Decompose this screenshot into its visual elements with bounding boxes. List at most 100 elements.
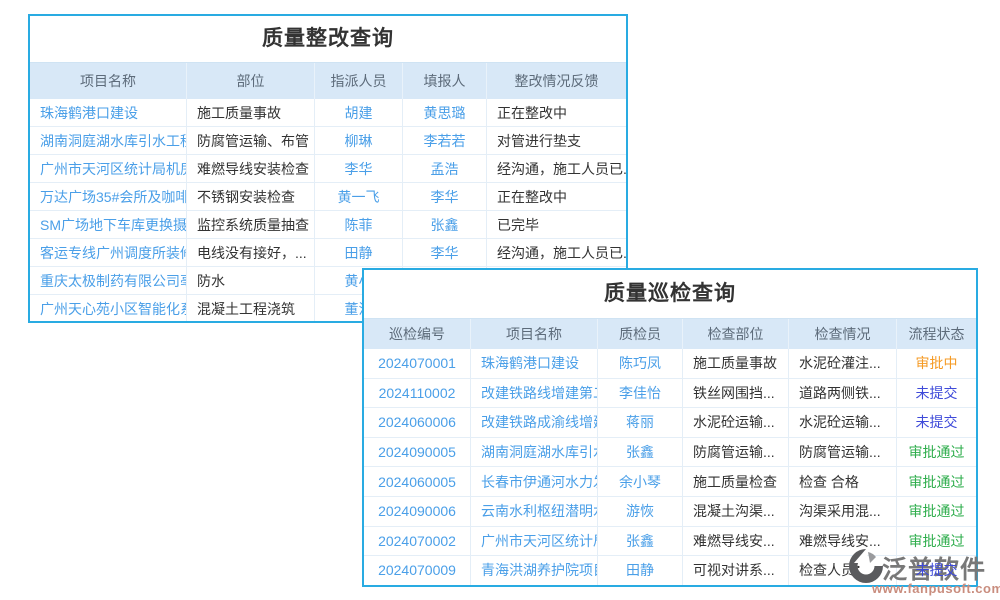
vendor-url: www.fanpusoft.com: [872, 581, 1000, 596]
assignee-cell[interactable]: 胡建: [315, 99, 403, 126]
process-status-cell: 审批通过: [897, 497, 976, 526]
project-name-cell[interactable]: 重庆太极制药有限公司亳州: [30, 267, 187, 294]
table-row: 广州市天河区统计局机房改难燃导线安装检查李华孟浩经沟通，施工人员已...: [30, 155, 626, 183]
process-status-badge: 未提交: [916, 383, 958, 403]
column-header: 项目名称: [471, 319, 598, 349]
check-situation-cell: 检查 合格: [789, 467, 897, 496]
check-situation-cell: 水泥砼灌注...: [789, 349, 897, 378]
check-situation-cell: 道路两侧铁...: [789, 379, 897, 408]
reporter-cell[interactable]: 孟浩: [403, 155, 487, 182]
check-part-cell: 铁丝网围挡...: [683, 379, 789, 408]
inspection-no-cell[interactable]: 2024090006: [364, 497, 471, 526]
assignee-cell[interactable]: 李华: [315, 155, 403, 182]
quality-inspection-query-window: 质量巡检查询 巡检编号项目名称质检员检查部位检查情况流程状态 202407000…: [362, 268, 978, 587]
process-status-badge: 审批通过: [909, 501, 965, 521]
project-name-cell[interactable]: 湖南洞庭湖水库引水工程施: [30, 127, 187, 154]
part-cell: 防水: [187, 267, 315, 294]
table-row: 2024090006云南水利枢纽潜明水游恢混凝土沟渠...沟渠采用混... 审批通…: [364, 497, 976, 527]
project-name-cell[interactable]: 珠海鹤港口建设: [30, 99, 187, 126]
feedback-cell: 经沟通，施工人员已...: [487, 239, 626, 266]
column-header: 填报人: [403, 63, 487, 99]
project-name-cell[interactable]: 客运专线广州调度所装修项: [30, 239, 187, 266]
table-header-row: 项目名称部位指派人员填报人整改情况反馈: [30, 63, 626, 99]
table-row: 湖南洞庭湖水库引水工程施防腐管运输、布管柳琳李若若对管进行垫支: [30, 127, 626, 155]
project-name-cell[interactable]: 改建铁路线增建第二: [471, 379, 598, 408]
feedback-cell: 经沟通，施工人员已...: [487, 155, 626, 182]
assignee-cell[interactable]: 陈菲: [315, 211, 403, 238]
column-header: 项目名称: [30, 63, 187, 99]
inspector-cell[interactable]: 李佳怡: [598, 379, 683, 408]
assignee-cell[interactable]: 柳琳: [315, 127, 403, 154]
table-row: SM广场地下车库更换摄像机监控系统质量抽查陈菲张鑫已完毕: [30, 211, 626, 239]
column-header: 部位: [187, 63, 315, 99]
project-name-cell[interactable]: 万达广场35#会所及咖啡厅装: [30, 183, 187, 210]
check-situation-cell: 水泥砼运输...: [789, 408, 897, 437]
table-row: 2024060006改建铁路成渝线增建蒋丽水泥砼运输...水泥砼运输...未提交: [364, 408, 976, 438]
inspector-cell[interactable]: 游恢: [598, 497, 683, 526]
project-name-cell[interactable]: 改建铁路成渝线增建: [471, 408, 598, 437]
part-cell: 电线没有接好，...: [187, 239, 315, 266]
inspector-cell[interactable]: 余小琴: [598, 467, 683, 496]
process-status-cell: 审批中: [897, 349, 976, 378]
inspector-cell[interactable]: 蒋丽: [598, 408, 683, 437]
table-row: 珠海鹤港口建设施工质量事故胡建黄思璐正在整改中: [30, 99, 626, 127]
part-cell: 不锈钢安装检查: [187, 183, 315, 210]
reporter-cell[interactable]: 李华: [403, 239, 487, 266]
table-row: 万达广场35#会所及咖啡厅装不锈钢安装检查黄一飞李华正在整改中: [30, 183, 626, 211]
inspection-no-cell[interactable]: 2024070002: [364, 527, 471, 556]
check-part-cell: 混凝土沟渠...: [683, 497, 789, 526]
assignee-cell[interactable]: 黄一飞: [315, 183, 403, 210]
process-status-badge: 审批中: [916, 353, 958, 373]
reporter-cell[interactable]: 黄思璐: [403, 99, 487, 126]
project-name-cell[interactable]: 云南水利枢纽潜明水: [471, 497, 598, 526]
project-name-cell[interactable]: 湖南洞庭湖水库引水: [471, 438, 598, 467]
process-status-cell: 未提交: [897, 408, 976, 437]
inspector-cell[interactable]: 张鑫: [598, 438, 683, 467]
project-name-cell[interactable]: 广州天心苑小区智能化系统: [30, 295, 187, 322]
column-header: 整改情况反馈: [487, 63, 626, 99]
process-status-cell: 审批通过: [897, 438, 976, 467]
project-name-cell[interactable]: 青海洪湖养护院项目: [471, 556, 598, 585]
project-name-cell[interactable]: 广州市天河区统计局: [471, 527, 598, 556]
feedback-cell: 正在整改中: [487, 183, 626, 210]
reporter-cell[interactable]: 李若若: [403, 127, 487, 154]
reporter-cell[interactable]: 张鑫: [403, 211, 487, 238]
project-name-cell[interactable]: 长春市伊通河水力发: [471, 467, 598, 496]
check-part-cell: 防腐管运输...: [683, 438, 789, 467]
inspection-no-cell[interactable]: 2024090005: [364, 438, 471, 467]
assignee-cell[interactable]: 田静: [315, 239, 403, 266]
window-title: 质量整改查询: [30, 16, 626, 63]
fanpu-logo-icon: [846, 546, 886, 586]
inspection-no-cell[interactable]: 2024070009: [364, 556, 471, 585]
inspector-cell[interactable]: 张鑫: [598, 527, 683, 556]
part-cell: 难燃导线安装检查: [187, 155, 315, 182]
table-row: 2024090005湖南洞庭湖水库引水张鑫防腐管运输...防腐管运输...审批通…: [364, 438, 976, 468]
column-header: 指派人员: [315, 63, 403, 99]
process-status-cell: 未提交: [897, 379, 976, 408]
inspection-no-cell[interactable]: 2024070001: [364, 349, 471, 378]
reporter-cell[interactable]: 李华: [403, 183, 487, 210]
table-header-row: 巡检编号项目名称质检员检查部位检查情况流程状态: [364, 319, 976, 349]
inspection-no-cell[interactable]: 2024060005: [364, 467, 471, 496]
column-header: 检查部位: [683, 319, 789, 349]
check-part-cell: 水泥砼运输...: [683, 408, 789, 437]
process-status-badge: 审批通过: [909, 531, 965, 551]
process-status-cell: 审批通过: [897, 467, 976, 496]
inspector-cell[interactable]: 陈巧凤: [598, 349, 683, 378]
window-title: 质量巡检查询: [364, 270, 976, 319]
project-name-cell[interactable]: 珠海鹤港口建设: [471, 349, 598, 378]
inspection-no-cell[interactable]: 2024110002: [364, 379, 471, 408]
check-part-cell: 难燃导线安...: [683, 527, 789, 556]
project-name-cell[interactable]: 广州市天河区统计局机房改: [30, 155, 187, 182]
inspector-cell[interactable]: 田静: [598, 556, 683, 585]
table-row: 2024110002改建铁路线增建第二李佳怡铁丝网围挡...道路两侧铁... 未提…: [364, 379, 976, 409]
column-header: 检查情况: [789, 319, 897, 349]
check-part-cell: 施工质量事故: [683, 349, 789, 378]
inspection-no-cell[interactable]: 2024060006: [364, 408, 471, 437]
project-name-cell[interactable]: SM广场地下车库更换摄像机: [30, 211, 187, 238]
part-cell: 施工质量事故: [187, 99, 315, 126]
check-situation-cell: 沟渠采用混...: [789, 497, 897, 526]
feedback-cell: 对管进行垫支: [487, 127, 626, 154]
process-status-badge: 未提交: [916, 560, 958, 580]
table-row: 客运专线广州调度所装修项电线没有接好，...田静李华经沟通，施工人员已...: [30, 239, 626, 267]
